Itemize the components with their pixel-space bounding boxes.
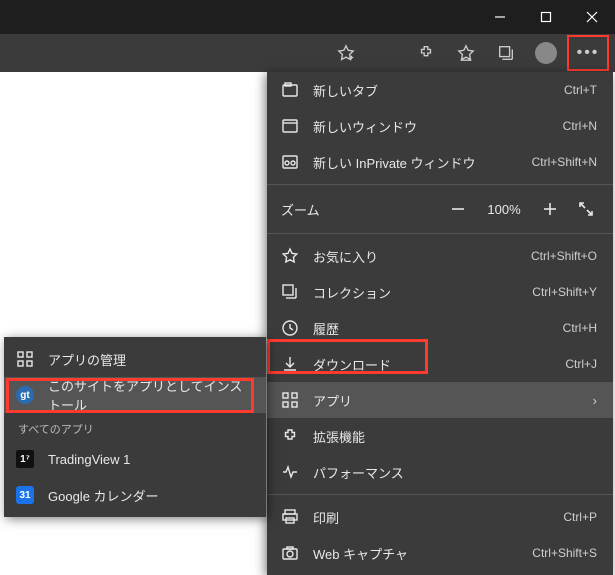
more-button-highlight: ••• — [567, 35, 609, 71]
menu-extensions[interactable]: 拡張機能 — [267, 418, 613, 454]
menu-label: お気に入り — [313, 247, 517, 266]
zoom-value: 100% — [481, 202, 527, 217]
menu-shortcut: Ctrl+T — [564, 83, 597, 97]
menu-print[interactable]: 印刷 Ctrl+P — [267, 499, 613, 535]
menu-label: ダウンロード — [313, 355, 551, 374]
menu-favorites[interactable]: お気に入り Ctrl+Shift+O — [267, 238, 613, 274]
menu-label: パフォーマンス — [313, 463, 597, 482]
grid-icon — [16, 350, 34, 368]
apps-submenu: アプリの管理 gt このサイトをアプリとしてインストール すべてのアプリ 1⁷ … — [4, 337, 266, 517]
app-label: Google カレンダー — [48, 486, 250, 505]
collections-icon — [281, 283, 299, 301]
inprivate-icon — [281, 153, 299, 171]
menu-apps[interactable]: アプリ › — [267, 382, 613, 418]
submenu-install-site[interactable]: gt このサイトをアプリとしてインストール — [4, 377, 266, 413]
submenu-manage-apps[interactable]: アプリの管理 — [4, 341, 266, 377]
menu-new-tab[interactable]: 新しいタブ Ctrl+T — [267, 72, 613, 108]
zoom-in-button[interactable] — [537, 196, 563, 222]
minimize-button[interactable] — [477, 0, 523, 34]
settings-menu: 新しいタブ Ctrl+T 新しいウィンドウ Ctrl+N 新しい InPriva… — [267, 72, 613, 575]
menu-shortcut: Ctrl+Shift+S — [532, 546, 597, 560]
heartbeat-icon — [281, 463, 299, 481]
menu-shortcut: Ctrl+Shift+Y — [532, 285, 597, 299]
menu-shortcut: Ctrl+Shift+N — [532, 155, 597, 169]
menu-separator — [267, 494, 613, 495]
maximize-button[interactable] — [523, 0, 569, 34]
menu-shortcut: Ctrl+J — [565, 357, 597, 371]
menu-label: 新しいタブ — [313, 81, 550, 100]
menu-shortcut: Ctrl+N — [563, 119, 597, 133]
menu-label: 新しい InPrivate ウィンドウ — [313, 153, 518, 172]
menu-label: 印刷 — [313, 508, 549, 527]
google-calendar-icon: 31 — [16, 486, 34, 504]
puzzle-icon — [281, 427, 299, 445]
menu-webcapture[interactable]: Web キャプチャ Ctrl+Shift+S — [267, 535, 613, 571]
chevron-right-icon: › — [593, 393, 597, 408]
submenu-label: アプリの管理 — [48, 350, 250, 369]
menu-label: 新しいウィンドウ — [313, 117, 549, 136]
tracking-button[interactable] — [367, 36, 405, 70]
avatar-icon — [535, 42, 557, 64]
menu-label: コレクション — [313, 283, 518, 302]
submenu-app-item[interactable]: 1⁷ TradingView 1 — [4, 441, 266, 477]
submenu-app-item[interactable]: 31 Google カレンダー — [4, 477, 266, 513]
menu-shortcut: Ctrl+P — [563, 510, 597, 524]
star-icon — [281, 247, 299, 265]
menu-separator — [267, 184, 613, 185]
site-favicon-icon: gt — [16, 386, 34, 404]
zoom-out-button[interactable] — [445, 196, 471, 222]
submenu-label: このサイトをアプリとしてインストール — [48, 376, 250, 414]
apps-icon — [281, 391, 299, 409]
window-icon — [281, 117, 299, 135]
collections-button[interactable] — [487, 36, 525, 70]
menu-collections[interactable]: コレクション Ctrl+Shift+Y — [267, 274, 613, 310]
download-icon — [281, 355, 299, 373]
fullscreen-button[interactable] — [573, 196, 599, 222]
more-button[interactable]: ••• — [577, 44, 600, 62]
favorites-button[interactable] — [447, 36, 485, 70]
window-titlebar — [0, 0, 615, 34]
menu-label: 拡張機能 — [313, 427, 597, 446]
menu-separator — [267, 233, 613, 234]
menu-new-window[interactable]: 新しいウィンドウ Ctrl+N — [267, 108, 613, 144]
camera-icon — [281, 544, 299, 562]
close-button[interactable] — [569, 0, 615, 34]
menu-label: アプリ — [313, 391, 579, 410]
tab-icon — [281, 81, 299, 99]
extensions-button[interactable] — [407, 36, 445, 70]
submenu-all-apps-header: すべてのアプリ — [4, 413, 266, 441]
menu-downloads[interactable]: ダウンロード Ctrl+J — [267, 346, 613, 382]
app-label: TradingView 1 — [48, 452, 250, 467]
history-icon — [281, 319, 299, 337]
menu-shortcut: Ctrl+Shift+O — [531, 249, 597, 263]
add-favorite-button[interactable] — [327, 36, 365, 70]
menu-shortcut: Ctrl+H — [563, 321, 597, 335]
menu-zoom: ズーム 100% — [267, 189, 613, 229]
menu-new-inprivate[interactable]: 新しい InPrivate ウィンドウ Ctrl+Shift+N — [267, 144, 613, 180]
menu-history[interactable]: 履歴 Ctrl+H — [267, 310, 613, 346]
profile-button[interactable] — [527, 36, 565, 70]
zoom-label: ズーム — [281, 200, 435, 219]
browser-toolbar: ••• — [0, 34, 615, 72]
menu-performance[interactable]: パフォーマンス — [267, 454, 613, 490]
printer-icon — [281, 508, 299, 526]
menu-label: Web キャプチャ — [313, 544, 518, 563]
menu-label: 履歴 — [313, 319, 549, 338]
tradingview-icon: 1⁷ — [16, 450, 34, 468]
